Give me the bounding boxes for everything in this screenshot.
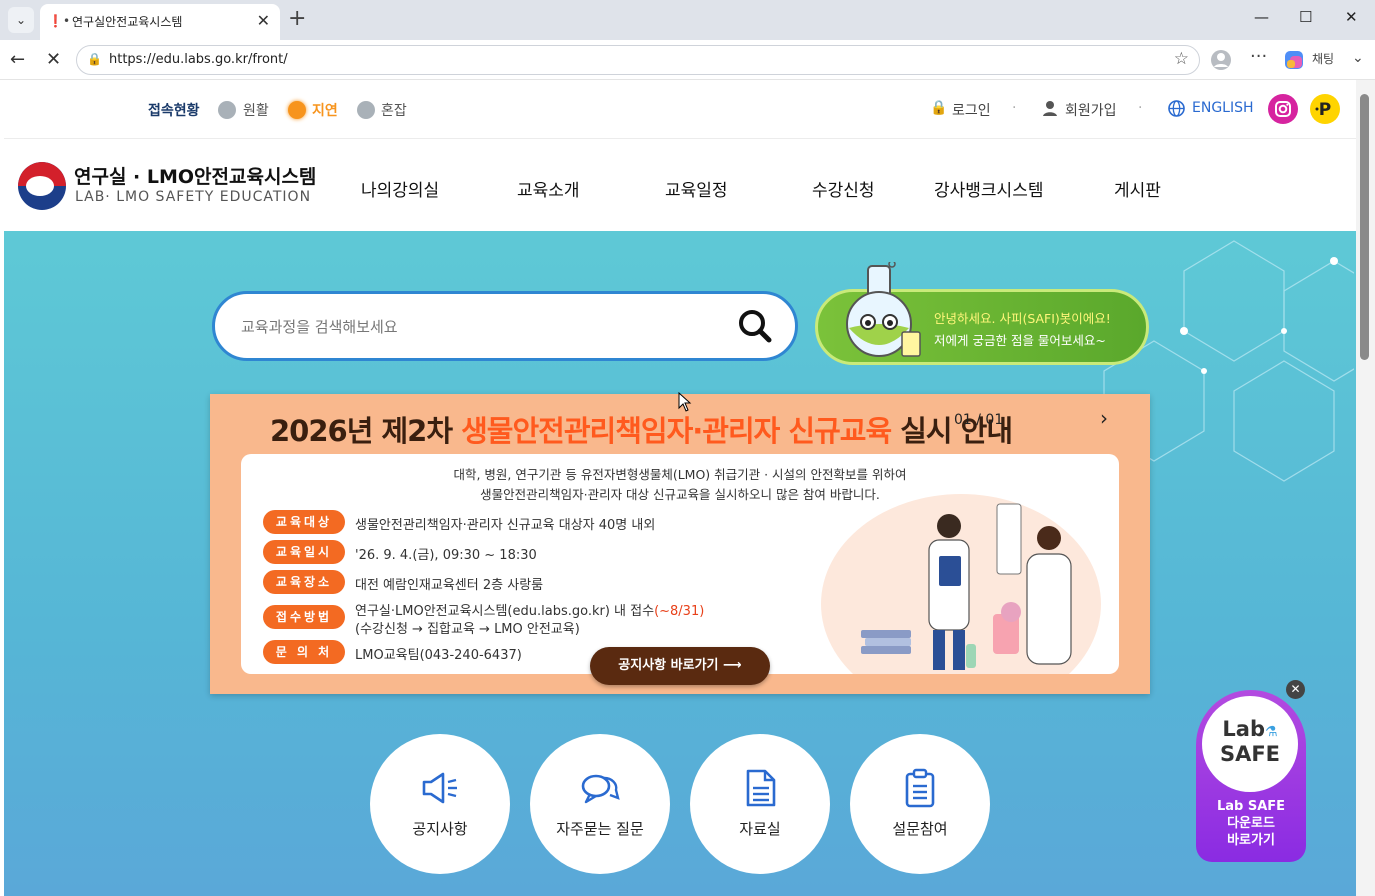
value-target: 생물안전관리책임자·관리자 신규교육 대상자 40명 내외 [355, 518, 656, 533]
value-location: 대전 예람인재교육센터 2층 사랑룸 [355, 578, 544, 593]
quick-link-notice[interactable]: 공지사항 [370, 734, 510, 874]
nav-my-classroom[interactable]: 나의강의실 [361, 176, 439, 201]
clipboard-icon [905, 768, 935, 808]
back-icon[interactable]: ← [10, 49, 25, 70]
status-dot-busy [357, 101, 375, 119]
search-icon[interactable] [737, 308, 773, 344]
quick-link-survey[interactable]: 설문참여 [850, 734, 990, 874]
site-title[interactable]: 연구실 · LMO안전교육시스템 [74, 162, 316, 189]
browser-toolbar: ← ✕ 🔒 https://edu.labs.go.kr/front/ ☆ ··… [0, 40, 1375, 80]
english-link[interactable]: ENGLISH [1192, 100, 1254, 116]
status-smooth: 원활 [243, 103, 269, 119]
quick-link-archive[interactable]: 자료실 [690, 734, 830, 874]
labsafe-close-icon[interactable]: ✕ [1286, 680, 1305, 699]
value-datetime: '26. 9. 4.(금), 09:30 ~ 18:30 [355, 548, 537, 563]
quick-link-label: 설문참여 [892, 820, 948, 838]
separator-dot: · [1138, 100, 1143, 116]
profile-icon[interactable] [1210, 49, 1232, 71]
banner-pager: 01 / 01 [954, 412, 1004, 428]
document-icon [746, 769, 776, 807]
page-scrollbar[interactable] [1356, 80, 1375, 896]
chatbot-greeting: 안녕하세요. 사피(SAFI)봇이에요! [934, 311, 1111, 326]
status-busy: 혼잡 [381, 103, 407, 119]
hero-section: 교육과정을 검색해보세요 안녕하세요. 사피(SAFI)봇이에요! 저에게 궁금… [4, 231, 1356, 896]
scrollbar-thumb[interactable] [1360, 94, 1369, 360]
banner-card: 대학, 병원, 연구기관 등 유전자변형생물체(LMO) 취급기관 · 시설의 … [241, 454, 1119, 674]
label-contact: 문 의 처 [263, 640, 345, 664]
nav-board[interactable]: 게시판 [1114, 176, 1161, 201]
label-how-to-apply: 접수방법 [263, 605, 345, 629]
more-menu-icon[interactable]: ··· [1250, 46, 1267, 67]
nav-education-intro[interactable]: 교육소개 [517, 176, 580, 201]
url-text: https://edu.labs.go.kr/front/ [109, 52, 288, 67]
quick-link-label: 자료실 [739, 820, 781, 838]
stop-loading-icon[interactable]: ✕ [46, 49, 61, 70]
nav-schedule[interactable]: 교육일정 [665, 176, 728, 201]
favorite-star-icon[interactable]: ☆ [1174, 49, 1189, 69]
browser-tab-strip: ⌄ ❗• 연구실안전교육시스템 ✕ + — ☐ ✕ [0, 0, 1375, 40]
address-bar[interactable]: 🔒 https://edu.labs.go.kr/front/ ☆ [76, 45, 1200, 75]
top-utility-bar: 접속현황 원활 지연 혼잡 🔒 로그인 · 회원가입 · ENGLISH P [4, 80, 1356, 139]
tab-list-chevron-icon[interactable]: ⌄ [8, 7, 34, 33]
window-close-icon[interactable]: ✕ [1345, 8, 1358, 26]
chatbot-prompt: 저에게 궁금한 점을 물어보세요~ [934, 333, 1106, 348]
signup-link[interactable]: 회원가입 [1065, 100, 1117, 120]
loading-icon: ❗• [48, 14, 71, 28]
label-location: 교육장소 [263, 570, 345, 594]
value-how-to-apply: 연구실·LMO안전교육시스템(edu.labs.go.kr) 내 접수(~8/3… [355, 604, 705, 619]
sidebar-chevron-icon[interactable]: ⌄ [1352, 50, 1364, 66]
lock-icon: 🔒 [930, 100, 948, 116]
value-contact: LMO교육팀(043-240-6437) [355, 648, 522, 663]
minimize-icon[interactable]: — [1254, 8, 1269, 26]
status-dot-smooth [218, 101, 236, 119]
researchers-illustration [821, 494, 1101, 674]
post-icon[interactable]: P [1310, 94, 1340, 124]
tab-title: 연구실안전교육시스템 [72, 15, 183, 29]
labsafe-download-widget[interactable]: Lab⚗ SAFE Lab SAFE 다운로드 바로가기 [1196, 690, 1306, 862]
copilot-label[interactable]: 채팅 [1312, 50, 1334, 67]
mouse-cursor-icon [678, 392, 692, 412]
notice-banner[interactable]: 2026년 제2차 생물안전관리책임자·관리자 신규교육 실시 안내 01 / … [210, 394, 1150, 694]
nav-enrollment[interactable]: 수강신청 [812, 176, 875, 201]
nav-instructor-bank[interactable]: 강사뱅크시스템 [934, 176, 1043, 201]
banner-headline: 2026년 제2차 생물안전관리책임자·관리자 신규교육 실시 안내 [270, 414, 1013, 448]
browser-tab[interactable]: ❗• 연구실안전교육시스템 ✕ [40, 4, 280, 40]
megaphone-icon [422, 772, 457, 804]
main-navigation: 연구실 · LMO안전교육시스템 LAB· LMO SAFETY EDUCATI… [4, 140, 1356, 231]
site-subtitle: LAB· LMO SAFETY EDUCATION [75, 189, 312, 205]
labsafe-logo: Lab⚗ SAFE [1202, 696, 1298, 792]
login-link[interactable]: 로그인 [952, 100, 991, 120]
status-dot-delay [288, 101, 306, 119]
banner-next-chevron-icon[interactable]: › [1100, 406, 1108, 430]
chat-bubbles-icon [581, 774, 620, 804]
site-info-icon[interactable]: 🔒 [87, 52, 102, 66]
safi-chatbot-button[interactable]: 안녕하세요. 사피(SAFI)봇이에요! 저에게 궁금한 점을 물어보세요~ [815, 262, 1149, 365]
svg-text:P: P [1319, 100, 1331, 120]
safi-mascot-icon [846, 262, 921, 357]
label-target: 교육대상 [263, 510, 345, 534]
maximize-icon[interactable]: ☐ [1299, 8, 1312, 26]
separator-dot: · [1012, 100, 1017, 116]
government-logo-icon[interactable] [18, 162, 66, 210]
search-input[interactable]: 교육과정을 검색해보세요 [241, 316, 398, 337]
copilot-icon[interactable] [1284, 50, 1304, 70]
banner-intro-line1: 대학, 병원, 연구기관 등 유전자변형생물체(LMO) 취급기관 · 시설의 … [453, 467, 907, 482]
status-delay: 지연 [312, 103, 338, 119]
instagram-icon[interactable] [1268, 94, 1298, 124]
quick-link-label: 자주묻는 질문 [556, 820, 644, 838]
status-label: 접속현황 [148, 103, 200, 119]
quick-link-label: 공지사항 [412, 820, 468, 838]
notice-shortcut-button[interactable]: 공지사항 바로가기 ⟶ [590, 647, 770, 685]
quick-link-faq[interactable]: 자주묻는 질문 [530, 734, 670, 874]
label-datetime: 교육일시 [263, 540, 345, 564]
close-tab-icon[interactable]: ✕ [257, 11, 270, 30]
new-tab-icon[interactable]: + [288, 6, 306, 31]
course-search-box[interactable]: 교육과정을 검색해보세요 [212, 291, 798, 361]
labsafe-download-label: Lab SAFE 다운로드 바로가기 [1216, 799, 1286, 848]
user-icon [1043, 101, 1057, 116]
globe-icon [1168, 100, 1185, 117]
value-how-to-apply-path: (수강신청 → 집합교육 → LMO 안전교육) [355, 622, 580, 637]
